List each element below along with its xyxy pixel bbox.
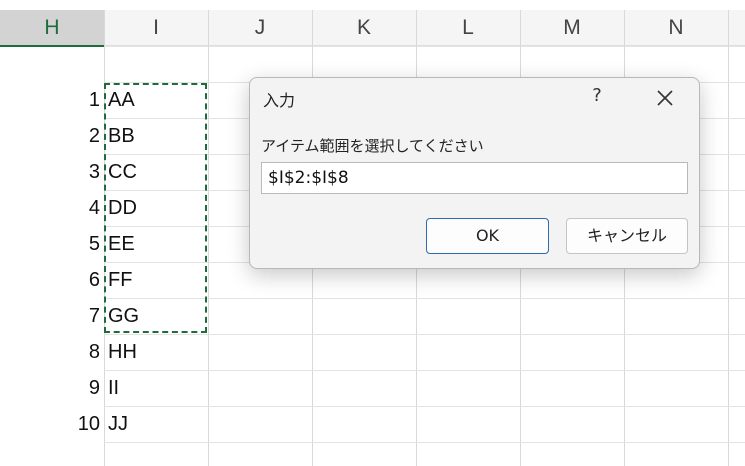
close-button[interactable]	[650, 84, 680, 112]
cell-i10[interactable]: JJ	[108, 406, 128, 442]
column-header-i[interactable]: I	[104, 10, 208, 46]
help-button[interactable]: ?	[588, 85, 606, 106]
cell-h8[interactable]: 8	[0, 334, 100, 370]
dialog-prompt: アイテム範囲を選択してください	[261, 137, 484, 155]
cell-h5[interactable]: 5	[0, 226, 100, 262]
cell-h10[interactable]: 10	[0, 406, 100, 442]
cell-h9[interactable]: 9	[0, 370, 100, 406]
column-header-h[interactable]: H	[0, 10, 104, 46]
cell-h2[interactable]: 2	[0, 118, 100, 154]
cell-i8[interactable]: HH	[108, 334, 137, 370]
cell-h6[interactable]: 6	[0, 262, 100, 298]
cell-h7[interactable]: 7	[0, 298, 100, 334]
cancel-button[interactable]: キャンセル	[566, 218, 688, 254]
input-dialog: 入力 ? アイテム範囲を選択してください OK キャンセル	[249, 77, 700, 269]
cell-h4[interactable]: 4	[0, 190, 100, 226]
ok-button[interactable]: OK	[426, 218, 549, 254]
column-header-l[interactable]: L	[416, 10, 520, 46]
cell-h1[interactable]: 1	[0, 82, 100, 118]
cell-h3[interactable]: 3	[0, 154, 100, 190]
range-input[interactable]	[261, 162, 688, 194]
column-header-m[interactable]: M	[520, 10, 624, 46]
column-header-j[interactable]: J	[208, 10, 312, 46]
column-header-n[interactable]: N	[624, 10, 728, 46]
close-icon	[657, 90, 673, 106]
dialog-title: 入力	[263, 91, 296, 110]
column-header-k[interactable]: K	[312, 10, 416, 46]
selection-marquee	[104, 83, 207, 333]
cell-i9[interactable]: II	[108, 370, 119, 406]
